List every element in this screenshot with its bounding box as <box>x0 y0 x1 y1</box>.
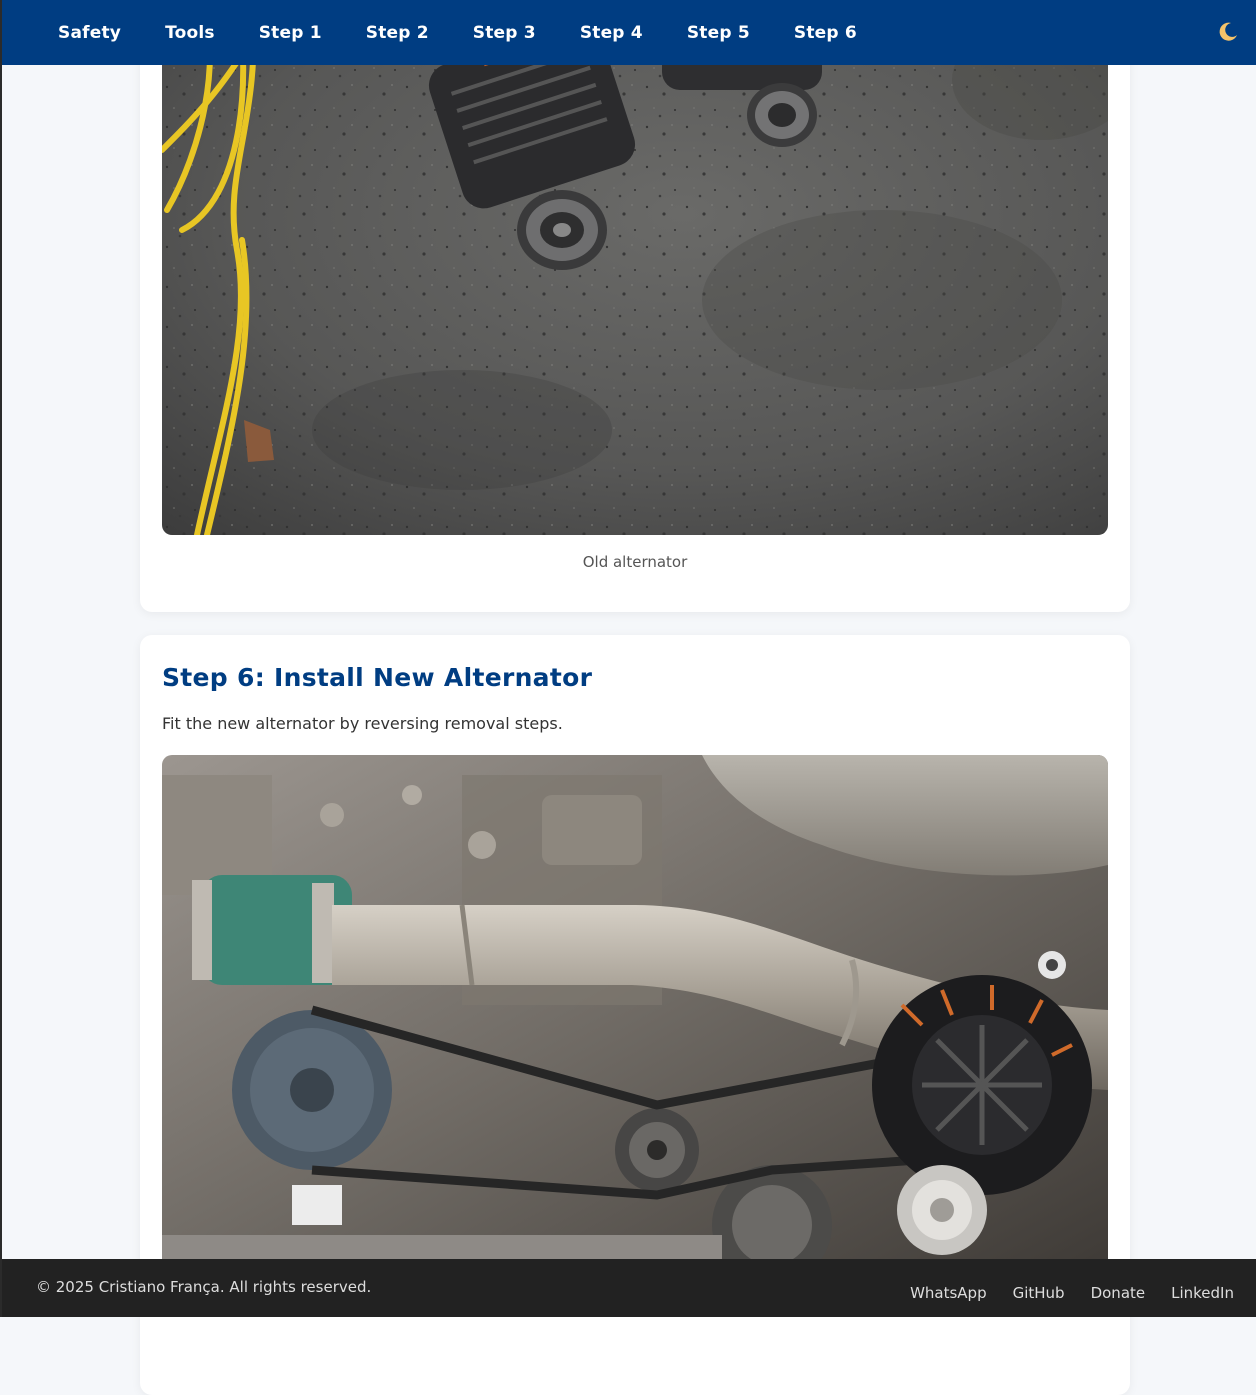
theme-toggle-button[interactable] <box>1216 20 1240 44</box>
footer-link-donate[interactable]: Donate <box>1091 1284 1146 1302</box>
moon-icon <box>1219 22 1237 41</box>
nav-link-step-2[interactable]: Step 2 <box>366 23 429 43</box>
footer-link-whatsapp[interactable]: WhatsApp <box>910 1284 987 1302</box>
step-5-card: Old alternator <box>140 0 1130 612</box>
copyright-text: © 2025 Cristiano França. All rights rese… <box>36 1278 372 1296</box>
nav-link-safety[interactable]: Safety <box>58 23 121 43</box>
nav-link-step-3[interactable]: Step 3 <box>473 23 536 43</box>
nav-link-step-1[interactable]: Step 1 <box>259 23 322 43</box>
nav-link-step-5[interactable]: Step 5 <box>687 23 750 43</box>
old-alternator-photo <box>162 0 1108 535</box>
top-navbar: Safety Tools Step 1 Step 2 Step 3 Step 4… <box>2 0 1256 65</box>
nav-link-tools[interactable]: Tools <box>165 23 215 43</box>
window-border <box>0 0 2 1317</box>
footer-links: WhatsApp GitHub Donate LinkedIn <box>884 1284 1234 1302</box>
image-caption: Old alternator <box>582 553 688 571</box>
nav-links: Safety Tools Step 1 Step 2 Step 3 Step 4… <box>36 0 879 65</box>
page-footer: © 2025 Cristiano França. All rights rese… <box>2 1259 1256 1317</box>
new-alternator-photo <box>162 755 1108 1275</box>
nav-link-step-6[interactable]: Step 6 <box>794 23 857 43</box>
step-6-title: Step 6: Install New Alternator <box>162 663 593 692</box>
footer-link-linkedin[interactable]: LinkedIn <box>1171 1284 1234 1302</box>
footer-link-github[interactable]: GitHub <box>1013 1284 1065 1302</box>
nav-link-step-4[interactable]: Step 4 <box>580 23 643 43</box>
step-6-description: Fit the new alternator by reversing remo… <box>162 714 563 733</box>
